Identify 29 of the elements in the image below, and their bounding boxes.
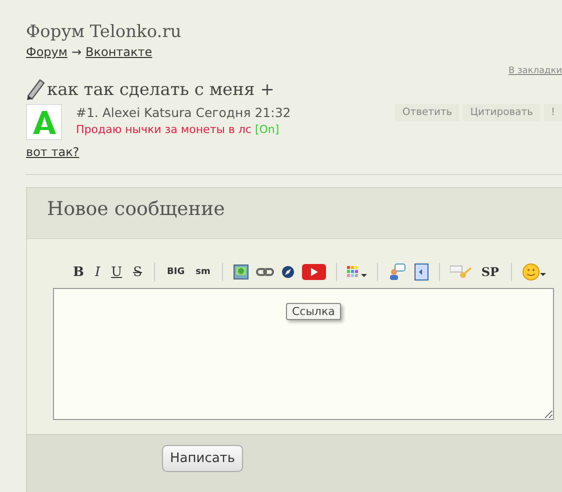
post-body-link[interactable]: вот так? bbox=[26, 145, 80, 159]
link-icon[interactable] bbox=[256, 266, 274, 278]
post-meta: #1. Alexei Katsura Сегодня 21:32 bbox=[76, 104, 291, 122]
font-size-button[interactable]: BIG bbox=[165, 267, 187, 277]
format-button[interactable]: B bbox=[71, 264, 86, 280]
topic-title: как так сделать с меня + bbox=[47, 80, 274, 100]
site-title: Форум Telonko.ru bbox=[26, 21, 182, 44]
quote-icon[interactable] bbox=[388, 263, 406, 281]
submit-button[interactable]: Написать bbox=[162, 445, 244, 472]
format-button[interactable]: S bbox=[131, 264, 144, 280]
user-status: Продаю нычки за монеты в лс [On] bbox=[76, 122, 280, 138]
font-size-button[interactable]: sm bbox=[194, 267, 212, 277]
breadcrumb-separator: → bbox=[71, 44, 82, 60]
code-icon[interactable] bbox=[413, 263, 430, 281]
panel-title: Новое сообщение bbox=[47, 198, 225, 220]
compass-icon[interactable] bbox=[281, 265, 296, 279]
breadcrumb-link[interactable]: Вконтакте bbox=[86, 44, 152, 60]
color-grid-icon[interactable] bbox=[347, 266, 368, 278]
format-button[interactable]: I bbox=[93, 264, 102, 280]
image-icon[interactable] bbox=[233, 264, 250, 280]
pen-icon bbox=[26, 78, 46, 100]
avatar bbox=[26, 104, 62, 140]
message-input[interactable] bbox=[53, 288, 554, 420]
format-button[interactable]: U bbox=[109, 264, 124, 280]
breadcrumb-link[interactable]: Форум bbox=[26, 44, 68, 60]
video-icon[interactable] bbox=[302, 264, 326, 280]
smiley-icon[interactable] bbox=[522, 263, 546, 281]
spoiler-button[interactable]: SP bbox=[479, 265, 502, 279]
tooltip: Ссылка bbox=[286, 303, 341, 320]
